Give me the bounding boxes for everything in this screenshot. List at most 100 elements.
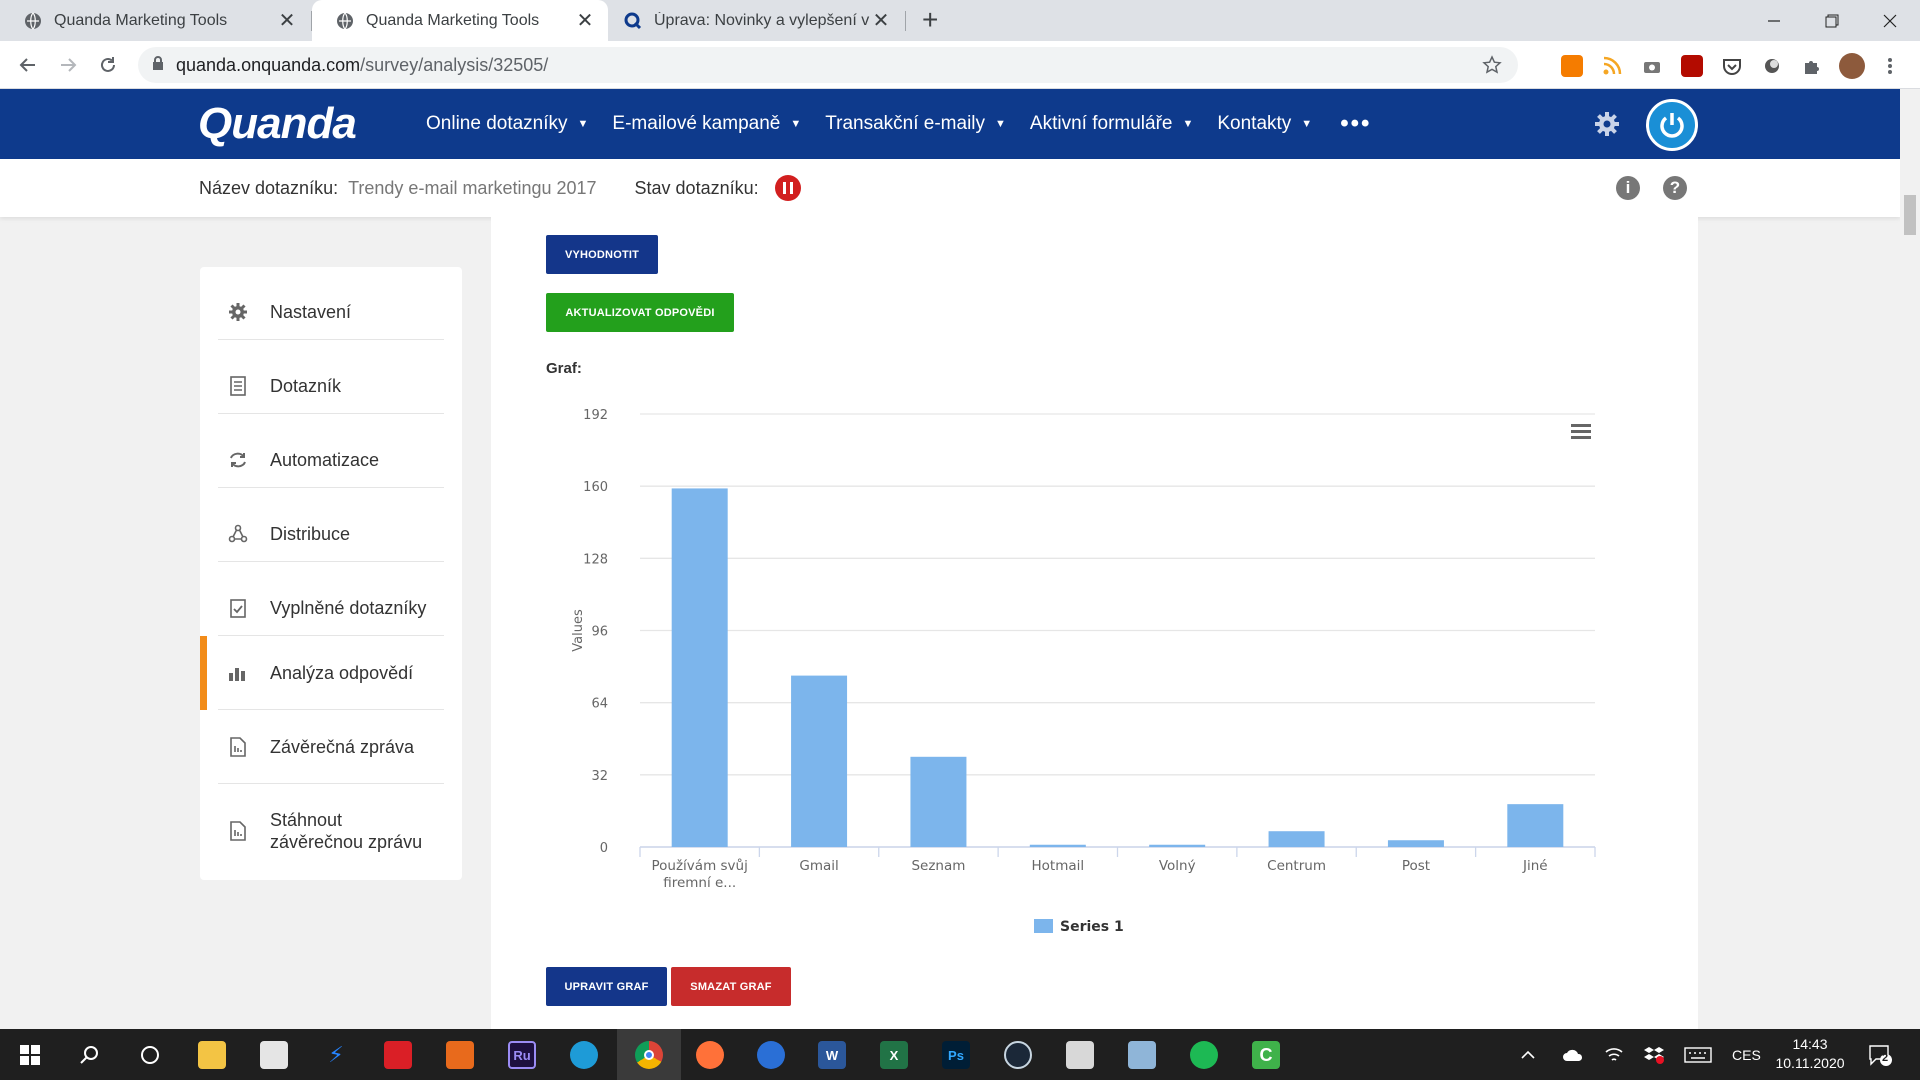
paint-icon[interactable] xyxy=(1066,1041,1094,1069)
chart-extension-icon[interactable] xyxy=(1561,55,1583,77)
profile-avatar[interactable] xyxy=(1839,53,1865,79)
browser-tab-1[interactable]: Quanda Marketing Tools ✕ xyxy=(0,0,310,41)
word-icon[interactable]: W xyxy=(818,1041,846,1069)
sidebar-item-completed-surveys[interactable]: Vyplněné dotazníky xyxy=(218,593,444,623)
download-report-icon xyxy=(226,821,250,841)
excel-icon[interactable]: X xyxy=(880,1041,908,1069)
bookmark-star-icon[interactable] xyxy=(1482,55,1502,80)
camera-extension-icon[interactable] xyxy=(1641,55,1663,77)
chart-bar xyxy=(1029,844,1086,847)
sourcetree-icon[interactable]: ⚡ xyxy=(322,1041,350,1069)
globe-icon xyxy=(336,12,354,30)
task-view-icon[interactable] xyxy=(136,1041,164,1069)
y-tick-label: 0 xyxy=(600,841,608,856)
close-icon[interactable]: ✕ xyxy=(872,8,890,33)
pdf-extension-icon[interactable] xyxy=(1681,55,1703,77)
sidebar-item-response-analysis[interactable]: Analýza odpovědí xyxy=(218,658,444,688)
menu-active-forms[interactable]: Aktivní formuláře ▼ xyxy=(1030,113,1193,135)
checklist-icon xyxy=(226,598,250,618)
store-icon[interactable] xyxy=(260,1041,288,1069)
power-logout-icon[interactable] xyxy=(1646,99,1698,151)
thunderbird-icon[interactable] xyxy=(757,1041,785,1069)
browser-menu-icon[interactable] xyxy=(1885,55,1895,77)
menu-online-surveys[interactable]: Online dotazníky ▼ xyxy=(426,113,588,135)
evaluate-button[interactable]: VYHODNOTIT xyxy=(546,235,658,274)
notifications-icon[interactable]: 2 xyxy=(1868,1029,1892,1080)
steam-icon[interactable] xyxy=(1004,1041,1032,1069)
sidebar-item-settings[interactable]: Nastavení xyxy=(218,297,444,327)
browser-tab-title: Quanda Marketing Tools xyxy=(366,11,540,29)
back-arrow-icon[interactable] xyxy=(14,51,42,79)
y-tick-label: 160 xyxy=(583,480,608,495)
menu-label: E-mailové kampaně xyxy=(612,113,781,134)
menu-transactional-emails[interactable]: Transakční e-maily ▼ xyxy=(825,113,1006,135)
keyboard-icon[interactable] xyxy=(1684,1029,1712,1080)
camtasia-icon[interactable]: C xyxy=(1252,1041,1280,1069)
reload-icon[interactable] xyxy=(94,51,122,79)
quanda-logo[interactable]: Quanda xyxy=(198,99,357,149)
divider xyxy=(218,413,444,414)
notes-icon[interactable] xyxy=(1128,1041,1156,1069)
sidebar-item-final-report[interactable]: Závěrečná zpráva xyxy=(218,732,444,762)
more-menu-icon[interactable]: ••• xyxy=(1340,110,1371,138)
caret-down-icon: ▼ xyxy=(995,118,1006,130)
sidebar-item-survey[interactable]: Dotazník xyxy=(218,371,444,401)
language-indicator[interactable]: CES xyxy=(1732,1029,1761,1080)
url-host: quanda.onquanda.com xyxy=(176,54,361,75)
chart-bar xyxy=(910,756,967,847)
y-tick-label: 192 xyxy=(583,408,608,423)
y-tick-label: 96 xyxy=(591,625,608,640)
pause-status-icon[interactable] xyxy=(774,175,801,201)
adobe-rush-icon[interactable]: Ru xyxy=(508,1041,536,1069)
file-explorer-icon[interactable] xyxy=(198,1041,226,1069)
tab-separator xyxy=(905,11,906,31)
edit-graph-button[interactable]: UPRAVIT GRAF xyxy=(546,967,667,1006)
rss-extension-icon[interactable] xyxy=(1601,55,1623,77)
circle-extension-icon[interactable] xyxy=(1761,55,1783,77)
window-close-icon[interactable] xyxy=(1861,0,1919,41)
puzzle-extension-icon[interactable] xyxy=(1801,55,1823,77)
browser-tab-2[interactable]: Quanda Marketing Tools ✕ xyxy=(312,0,608,41)
sidebar-item-distribution[interactable]: Distribuce xyxy=(218,519,444,549)
sidebar-item-download-report[interactable]: Stáhnout závěrečnou zprávu xyxy=(218,806,444,856)
y-tick-label: 128 xyxy=(583,552,608,567)
tray-chevron-icon[interactable] xyxy=(1520,1029,1536,1080)
menu-contacts[interactable]: Kontakty ▼ xyxy=(1217,113,1312,135)
browser-tab-3[interactable]: Úprava: Novinky a vylepšení v Dc ✕ xyxy=(608,0,904,41)
sidebar-item-label: Závěrečná zpráva xyxy=(270,736,415,757)
close-icon[interactable]: ✕ xyxy=(576,8,594,33)
sidebar-item-automation[interactable]: Automatizace xyxy=(218,445,444,475)
scrollbar-thumb[interactable] xyxy=(1904,195,1916,235)
settings-gear-icon[interactable] xyxy=(1594,111,1620,142)
windows-start-icon[interactable] xyxy=(16,1041,44,1069)
delete-graph-button[interactable]: SMAZAT GRAF xyxy=(671,967,791,1006)
close-icon[interactable]: ✕ xyxy=(278,8,296,33)
url-field[interactable]: quanda.onquanda.com/survey/analysis/3250… xyxy=(138,47,1518,83)
page-scrollbar[interactable] xyxy=(1900,89,1920,1029)
sidebar-item-label: Dotazník xyxy=(270,375,342,396)
divider xyxy=(218,339,444,340)
wifi-icon[interactable] xyxy=(1604,1029,1624,1080)
menu-email-campaigns[interactable]: E-mailové kampaně ▼ xyxy=(612,113,801,135)
chrome-icon[interactable] xyxy=(635,1041,663,1069)
forward-arrow-icon[interactable] xyxy=(54,51,82,79)
onedrive-icon[interactable] xyxy=(1562,1029,1584,1080)
menu-label: Online dotazníky xyxy=(426,113,568,134)
help-icon[interactable]: ? xyxy=(1663,176,1687,200)
new-tab-icon[interactable]: + xyxy=(922,4,938,36)
search-icon[interactable] xyxy=(76,1041,104,1069)
creative-cloud-icon[interactable] xyxy=(384,1041,412,1069)
photoshop-icon[interactable]: Ps xyxy=(942,1041,970,1069)
app-icon[interactable] xyxy=(446,1041,474,1069)
x-tick-label: Jiné xyxy=(1522,858,1548,874)
dropbox-icon[interactable] xyxy=(1644,1029,1664,1080)
spotify-icon[interactable] xyxy=(1190,1041,1218,1069)
update-answers-button[interactable]: AKTUALIZOVAT ODPOVĚDI xyxy=(546,293,734,332)
restore-icon[interactable] xyxy=(1803,0,1861,41)
edge-icon[interactable] xyxy=(570,1041,598,1069)
firefox-icon[interactable] xyxy=(696,1041,724,1069)
minimize-icon[interactable] xyxy=(1745,0,1803,41)
pocket-extension-icon[interactable] xyxy=(1721,55,1743,77)
clock[interactable]: 14:43 10.11.2020 xyxy=(1770,1035,1850,1073)
info-icon[interactable]: i xyxy=(1616,176,1640,200)
